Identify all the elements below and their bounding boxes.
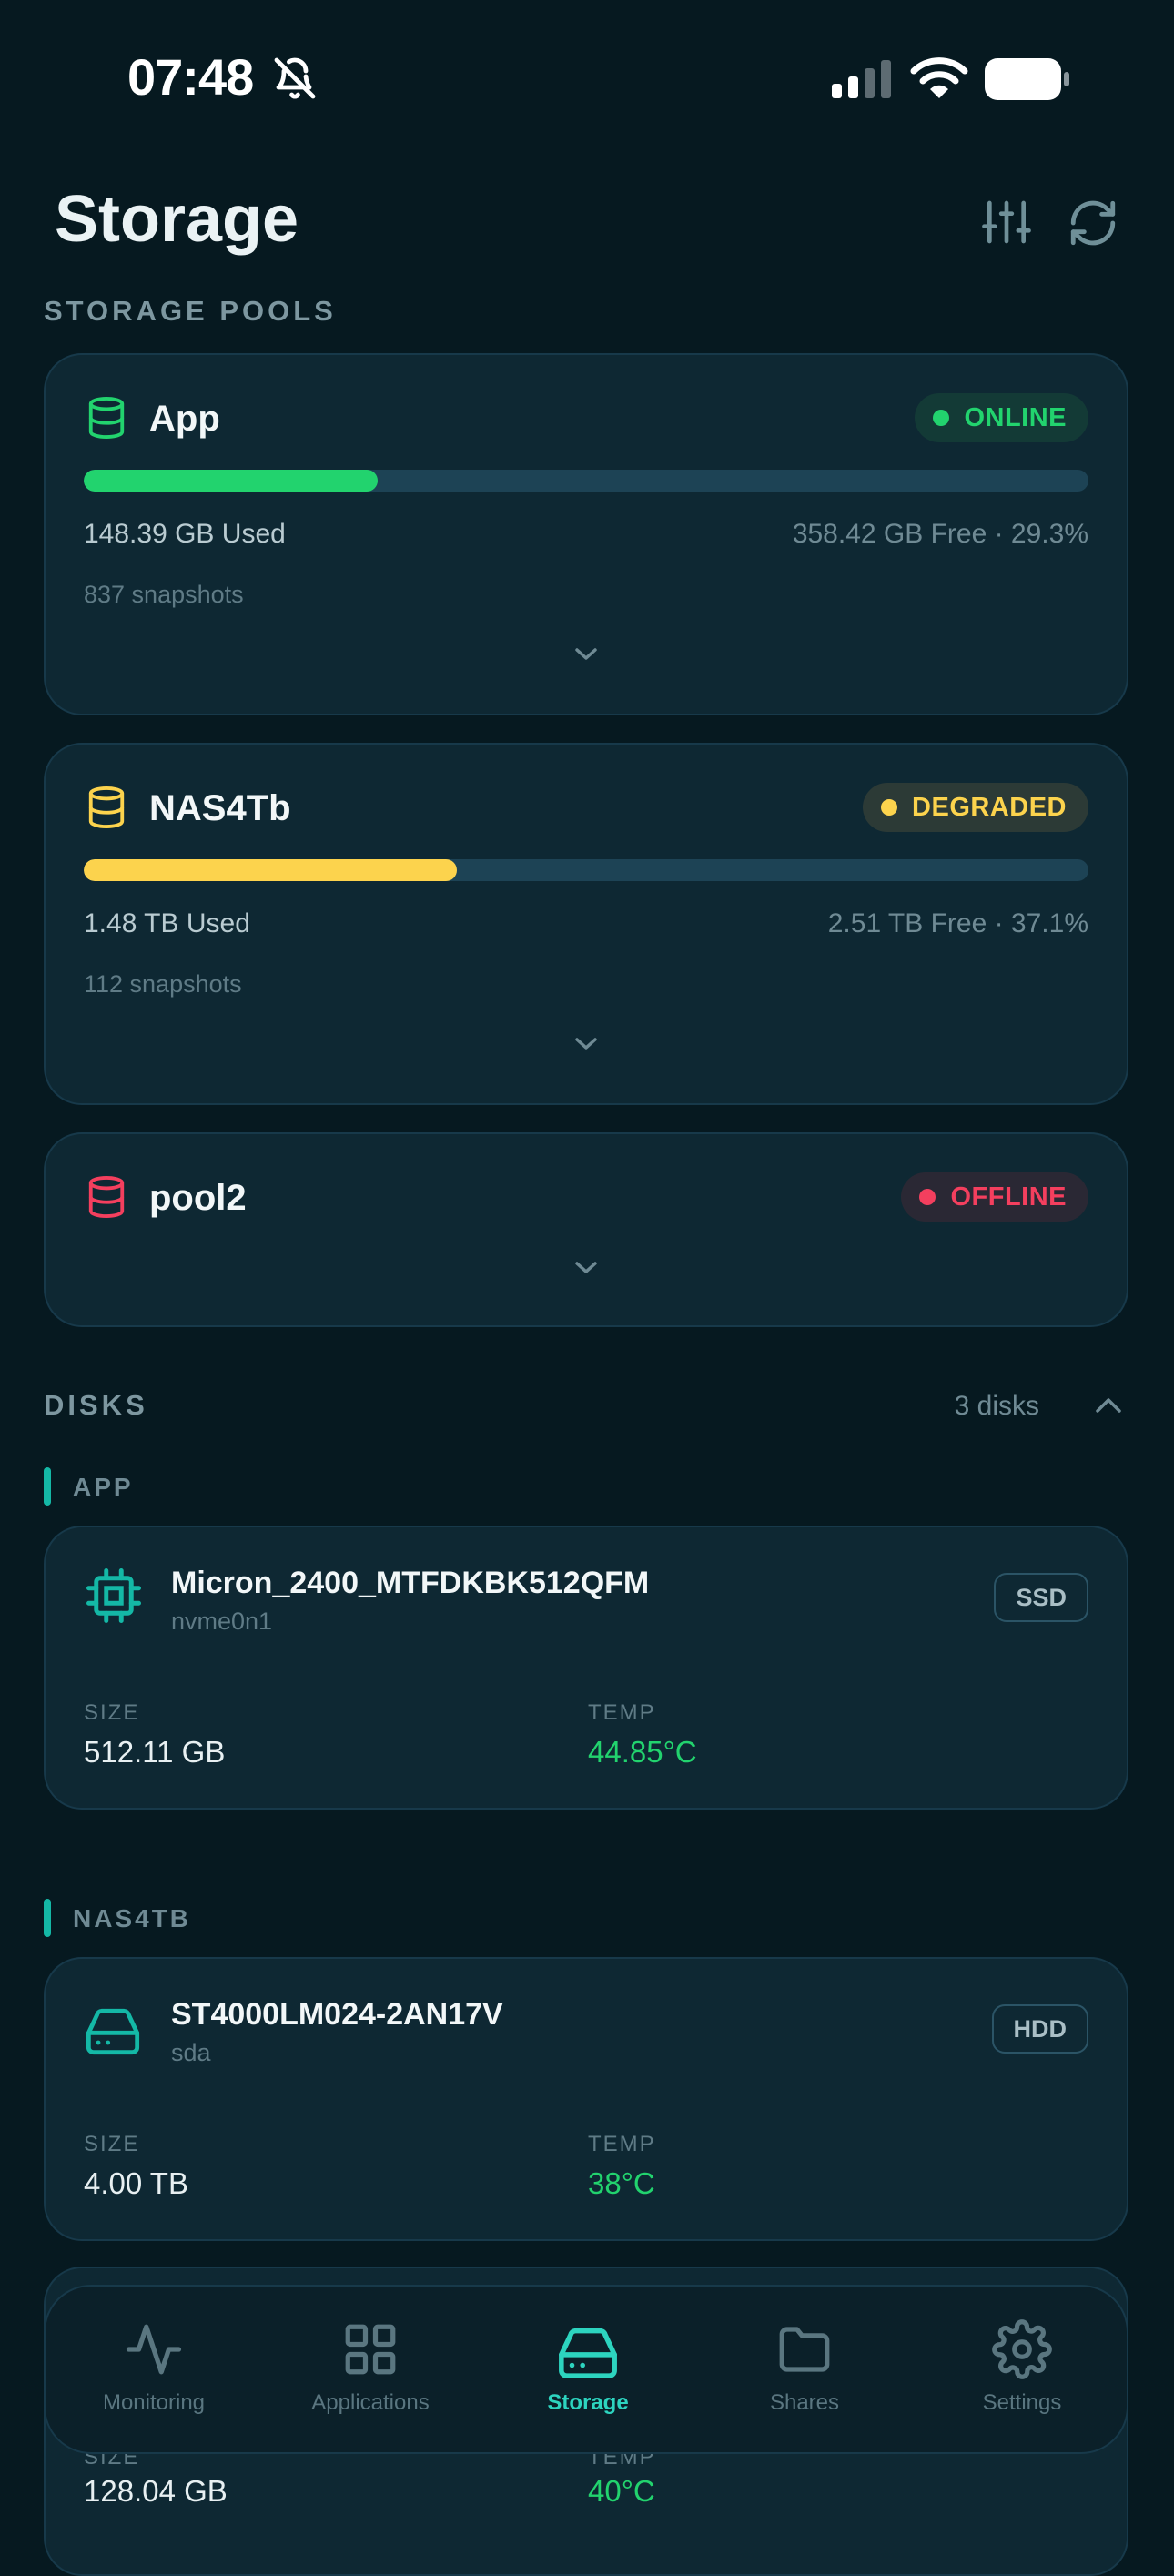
database-icon bbox=[86, 1174, 127, 1220]
page-title: Storage bbox=[55, 183, 299, 256]
disk-device: nvme0n1 bbox=[171, 1607, 273, 1635]
status-dot bbox=[933, 410, 950, 426]
group-accent-bar bbox=[44, 1467, 51, 1506]
pool-card-pool2[interactable]: pool2 OFFLINE bbox=[44, 1132, 1128, 1327]
disk-card[interactable]: ST4000LM024-2AN17V sda HDD SIZE 4.00 TB … bbox=[44, 1957, 1128, 2241]
disk-group-label: APP bbox=[73, 1473, 134, 1501]
pool-used: 1.48 TB Used bbox=[84, 908, 250, 938]
usage-bar-fill bbox=[84, 859, 457, 881]
pool-snapshots: 112 snapshots bbox=[84, 970, 242, 998]
disk-count: 3 disks bbox=[954, 1391, 1039, 1421]
pool-snapshots: 837 snapshots bbox=[84, 581, 244, 608]
status-dot bbox=[919, 1189, 936, 1205]
chevron-down-icon[interactable] bbox=[570, 643, 602, 664]
disk-temp: 40°C bbox=[588, 2474, 655, 2508]
disk-card[interactable]: Micron_2400_MTFDKBK512QFM nvme0n1 SSD SI… bbox=[44, 1526, 1128, 1810]
chevron-down-icon[interactable] bbox=[570, 1032, 602, 1054]
status-badge-label: DEGRADED bbox=[912, 792, 1067, 822]
bottom-nav: Monitoring Applications Storage Shares S… bbox=[44, 2285, 1128, 2454]
status-badge: OFFLINE bbox=[901, 1172, 1088, 1222]
nav-shares[interactable]: Shares bbox=[704, 2319, 905, 2416]
disk-size: 512.11 GB bbox=[84, 1735, 226, 1769]
nav-label: Applications bbox=[311, 2390, 430, 2415]
disk-size: 128.04 GB bbox=[84, 2474, 228, 2508]
battery-icon bbox=[985, 58, 1070, 100]
gear-icon bbox=[992, 2319, 1052, 2379]
chevron-down-icon[interactable] bbox=[570, 1256, 602, 1278]
nav-label: Shares bbox=[769, 2390, 840, 2415]
nav-label: Settings bbox=[982, 2390, 1062, 2415]
database-icon bbox=[86, 395, 127, 441]
pool-name: pool2 bbox=[149, 1178, 247, 1218]
disk-temp: 44.85°C bbox=[588, 1735, 697, 1769]
status-dot bbox=[881, 799, 898, 816]
temp-label: TEMP bbox=[588, 2132, 656, 2156]
pool-used: 148.39 GB Used bbox=[84, 519, 286, 549]
usage-bar bbox=[84, 859, 1088, 881]
wifi-icon bbox=[910, 56, 968, 100]
disk-name: ST4000LM024-2AN17V bbox=[171, 1997, 503, 2032]
pool-card-nas4tb[interactable]: NAS4Tb DEGRADED 1.48 TB Used 2.51 TB Fre… bbox=[44, 743, 1128, 1105]
size-label: SIZE bbox=[84, 1700, 140, 1725]
nav-storage[interactable]: Storage bbox=[488, 2319, 688, 2416]
pool-free: 358.42 GB Free · 29.3% bbox=[792, 519, 1088, 549]
pool-card-app[interactable]: App ONLINE 148.39 GB Used 358.42 GB Free… bbox=[44, 353, 1128, 715]
pool-name: App bbox=[149, 399, 220, 439]
pool-name: NAS4Tb bbox=[149, 788, 291, 828]
disk-group-label: NAS4TB bbox=[73, 1904, 192, 1932]
hard-drive-icon bbox=[84, 2001, 142, 2055]
disk-type-badge: SSD bbox=[994, 1573, 1088, 1622]
nav-label: Storage bbox=[547, 2390, 629, 2415]
disks-heading: DISKS bbox=[44, 1389, 148, 1421]
status-badge-label: OFFLINE bbox=[950, 1182, 1067, 1212]
status-badge: DEGRADED bbox=[863, 783, 1088, 832]
usage-bar bbox=[84, 470, 1088, 492]
disk-device: sda bbox=[171, 2039, 211, 2066]
activity-icon bbox=[126, 2324, 182, 2375]
chevron-up-icon[interactable] bbox=[1092, 1393, 1125, 1418]
usage-bar-fill bbox=[84, 470, 379, 492]
folder-icon bbox=[779, 2327, 830, 2372]
nav-monitoring[interactable]: Monitoring bbox=[54, 2319, 254, 2416]
status-badge: ONLINE bbox=[915, 393, 1088, 442]
database-icon bbox=[86, 785, 127, 830]
grid-icon bbox=[345, 2324, 396, 2375]
disk-temp: 38°C bbox=[588, 2166, 655, 2200]
group-accent-bar bbox=[44, 1899, 51, 1937]
status-badge-label: ONLINE bbox=[964, 402, 1067, 432]
nav-label: Monitoring bbox=[102, 2390, 206, 2415]
chip-icon bbox=[84, 1566, 144, 1626]
disk-size: 4.00 TB bbox=[84, 2166, 188, 2200]
refresh-icon[interactable] bbox=[1067, 197, 1119, 249]
sliders-icon[interactable] bbox=[981, 197, 1032, 248]
hard-drive-icon bbox=[559, 2328, 617, 2378]
bell-muted-icon bbox=[273, 56, 317, 100]
nav-settings[interactable]: Settings bbox=[922, 2319, 1122, 2416]
pool-free: 2.51 TB Free · 37.1% bbox=[827, 908, 1088, 938]
status-time: 07:48 bbox=[127, 48, 254, 106]
disk-name: Micron_2400_MTFDKBK512QFM bbox=[171, 1566, 650, 1600]
temp-label: TEMP bbox=[588, 1700, 656, 1725]
cellular-signal-icon bbox=[832, 60, 892, 98]
disk-type-badge: HDD bbox=[991, 2004, 1088, 2054]
storage-pools-heading: STORAGE POOLS bbox=[44, 295, 337, 327]
nav-applications[interactable]: Applications bbox=[270, 2319, 471, 2416]
size-label: SIZE bbox=[84, 2132, 140, 2156]
